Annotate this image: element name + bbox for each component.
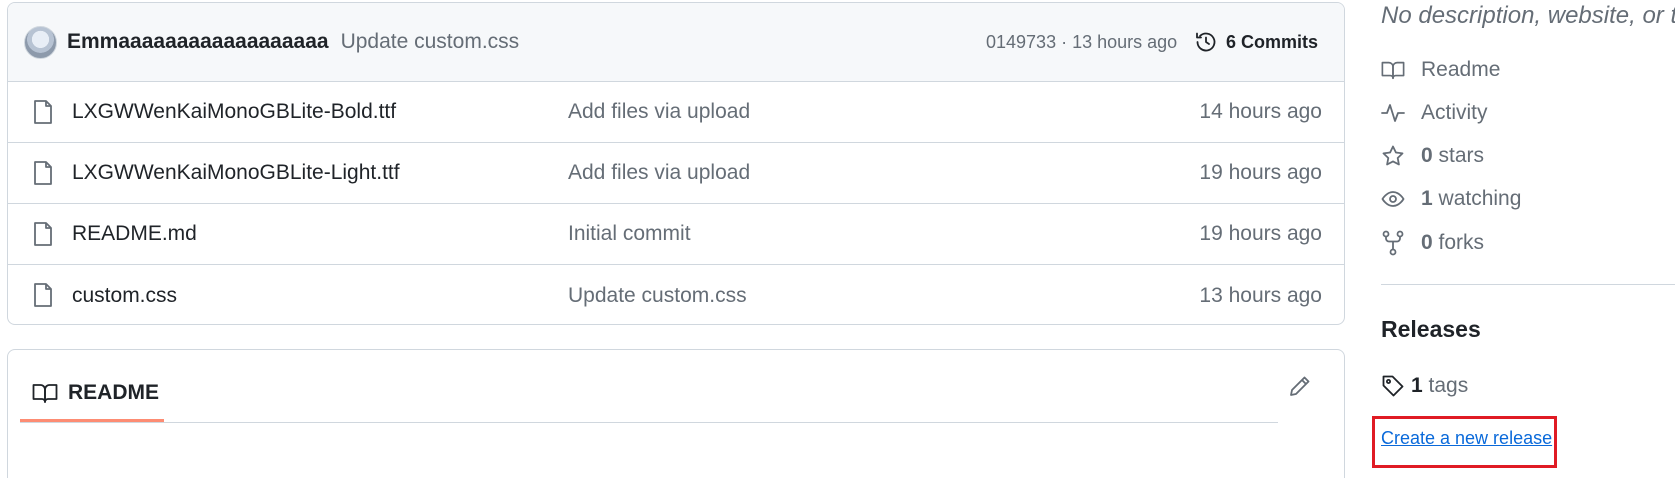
latest-commit-bar: Emmaaaaaaaaaaaaaaaaaa Update custom.css … [8,3,1344,82]
file-browser: Emmaaaaaaaaaaaaaaaaaa Update custom.css … [7,2,1345,325]
file-icon [33,282,53,308]
sidebar-readme-label: Readme [1421,58,1501,81]
sidebar-item-forks[interactable]: 0 forks [1381,230,1484,256]
file-commit-message[interactable]: Update custom.css [568,284,747,308]
pulse-icon [1381,102,1405,124]
sidebar-activity-label: Activity [1421,101,1488,124]
author-avatar[interactable] [24,25,57,59]
commit-author[interactable]: Emmaaaaaaaaaaaaaaaaaa [67,30,329,54]
book-icon [32,382,58,404]
commits-count-label: 6 Commits [1226,31,1319,52]
readme-panel: README [7,349,1345,478]
commits-history-button[interactable]: 6 Commits [1194,30,1318,54]
file-name[interactable]: custom.css [72,284,177,308]
sidebar-item-stars[interactable]: 0 stars [1381,144,1484,168]
file-commit-time: 19 hours ago [1199,222,1322,245]
file-row[interactable]: custom.css Update custom.css 13 hours ag… [8,265,1344,324]
forks-count: 0 [1421,231,1433,254]
file-commit-time: 13 hours ago [1199,283,1322,307]
pencil-icon[interactable] [1288,374,1312,398]
file-row[interactable]: README.md Initial commit 19 hours ago [8,204,1344,265]
readme-tab-divider [20,422,1278,423]
about-sidebar: No description, website, or to Readme Ac… [1372,0,1675,478]
create-release-link[interactable]: Create a new release [1381,428,1552,449]
sidebar-item-watching[interactable]: 1 watching [1381,187,1521,211]
star-icon [1381,144,1405,168]
forks-label: forks [1438,231,1485,254]
file-row[interactable]: LXGWWenKaiMonoGBLite-Light.ttf Add files… [8,143,1344,204]
tags-label: tags [1428,374,1469,397]
commit-message[interactable]: Update custom.css [341,30,520,54]
tag-icon [1381,374,1405,398]
history-icon [1194,30,1218,54]
commit-meta[interactable]: 0149733 · 13 hours ago [986,32,1177,53]
file-commit-time: 19 hours ago [1199,161,1322,184]
file-commit-message[interactable]: Initial commit [568,222,691,246]
watching-label: watching [1438,187,1522,210]
eye-icon [1381,188,1405,210]
readme-tab-label: README [68,380,160,404]
stars-count: 0 [1421,144,1433,167]
watching-count: 1 [1421,187,1433,210]
fork-icon [1381,230,1405,256]
file-row[interactable]: LXGWWenKaiMonoGBLite-Bold.ttf Add files … [8,82,1344,143]
tags-count: 1 [1411,374,1423,397]
repo-description: No description, website, or to [1381,2,1675,29]
book-icon [1381,59,1405,81]
sidebar-divider [1381,284,1675,285]
file-commit-message[interactable]: Add files via upload [568,100,750,124]
file-commit-message[interactable]: Add files via upload [568,161,750,185]
file-icon [33,221,53,247]
releases-heading[interactable]: Releases [1381,316,1481,343]
file-commit-time: 14 hours ago [1199,100,1322,123]
file-name[interactable]: LXGWWenKaiMonoGBLite-Light.ttf [72,161,400,185]
file-icon [33,160,53,186]
sidebar-item-readme[interactable]: Readme [1381,58,1500,82]
file-icon [33,99,53,125]
sidebar-item-activity[interactable]: Activity [1381,101,1488,125]
file-name[interactable]: LXGWWenKaiMonoGBLite-Bold.ttf [72,100,396,124]
tags-link[interactable]: 1 tags [1381,374,1468,398]
tab-readme[interactable]: README [20,366,164,422]
stars-label: stars [1438,144,1485,167]
file-name[interactable]: README.md [72,222,197,246]
